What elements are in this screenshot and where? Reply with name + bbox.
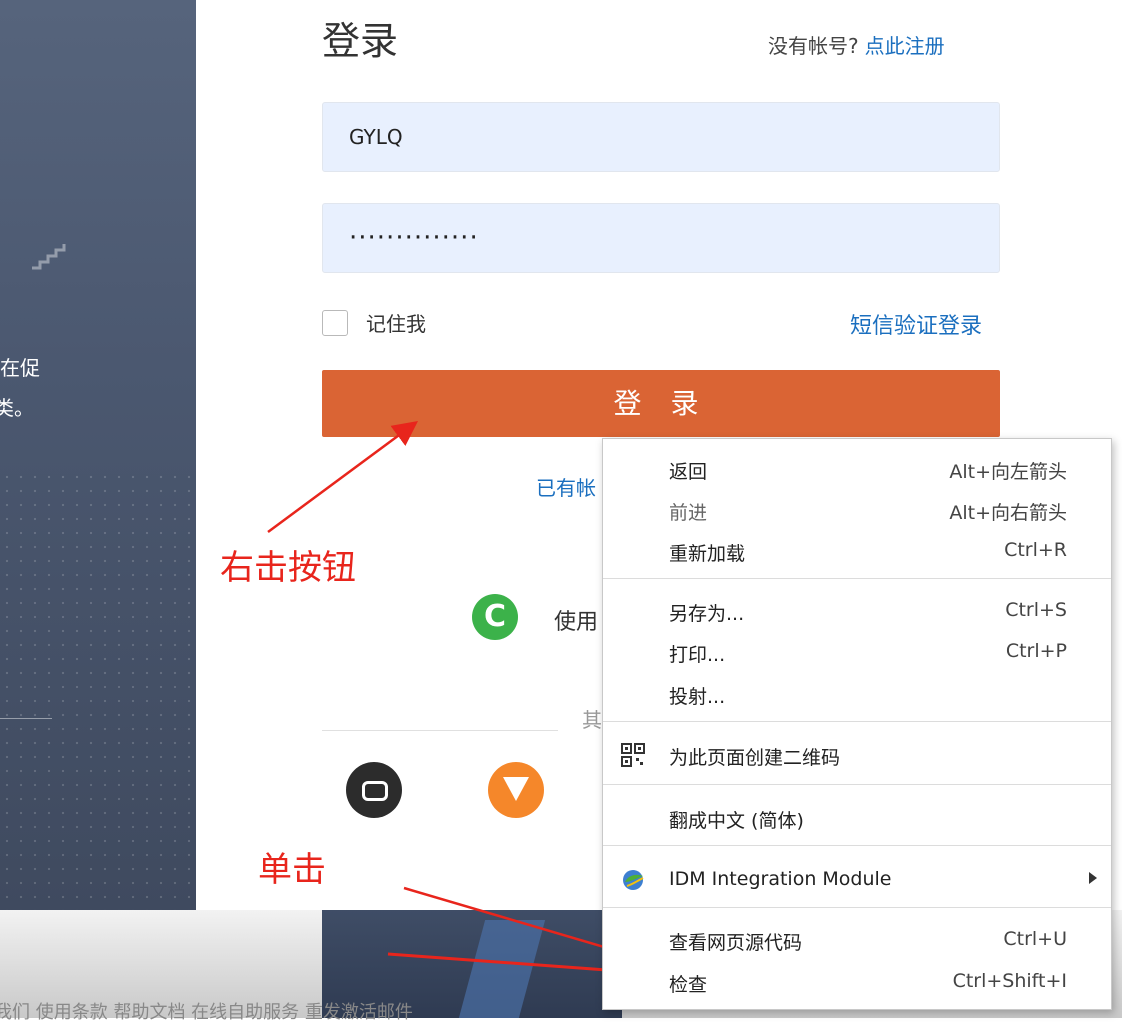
register-prompt: 没有帐号? 点此注册 bbox=[768, 30, 945, 59]
footer-links[interactable]: 我们 使用条款 帮助文档 在线自助服务 重发激活邮件 bbox=[0, 998, 413, 1024]
menu-shortcut: Ctrl+R bbox=[1004, 539, 1067, 561]
menu-shortcut: Ctrl+U bbox=[1003, 928, 1067, 950]
context-menu: 返回 Alt+向左箭头 前进 Alt+向右箭头 重新加载 Ctrl+R 另存为.… bbox=[602, 438, 1112, 1010]
remember-checkbox[interactable] bbox=[322, 309, 348, 336]
use-login-text[interactable]: 使用 bbox=[554, 604, 598, 636]
menu-separator bbox=[603, 845, 1111, 846]
menu-label: 查看网页源代码 bbox=[669, 932, 803, 954]
other-login-divider bbox=[322, 730, 558, 731]
banner-text-line2: 类。 bbox=[0, 396, 34, 420]
menu-shortcut: Ctrl+P bbox=[1005, 640, 1067, 662]
sms-login-link[interactable]: 短信验证登录 bbox=[850, 308, 982, 340]
left-banner-panel bbox=[0, 0, 196, 910]
menu-shortcut: Ctrl+Shift+I bbox=[952, 970, 1067, 992]
menu-item-forward[interactable]: 前进 Alt+向右箭头 bbox=[603, 490, 1111, 530]
menu-label: 为此页面创建二维码 bbox=[669, 747, 841, 769]
menu-item-reload[interactable]: 重新加载 Ctrl+R bbox=[603, 531, 1111, 571]
menu-shortcut: Alt+向右箭头 bbox=[949, 502, 1067, 524]
username-input[interactable]: GYLQ bbox=[322, 102, 1000, 172]
menu-label: 检查 bbox=[669, 974, 708, 996]
menu-item-back[interactable]: 返回 Alt+向左箭头 bbox=[603, 449, 1111, 489]
stairs-decoration-icon bbox=[32, 244, 66, 270]
menu-item-translate[interactable]: 翻成中文 (简体) bbox=[603, 798, 1111, 838]
menu-label: 返回 bbox=[669, 461, 708, 483]
menu-separator bbox=[603, 907, 1111, 908]
arrow-to-login-button bbox=[267, 421, 419, 534]
menu-label: 翻成中文 (简体) bbox=[669, 810, 804, 832]
menu-separator bbox=[603, 721, 1111, 722]
annotation-single-click: 单击 bbox=[258, 850, 326, 890]
page-title: 登录 bbox=[322, 19, 399, 63]
menu-label: 打印... bbox=[669, 644, 726, 666]
register-link[interactable]: 点此注册 bbox=[865, 34, 945, 58]
menu-item-cast[interactable]: 投射... bbox=[603, 674, 1111, 714]
menu-label: 投射... bbox=[669, 686, 726, 708]
social-login-icon[interactable] bbox=[346, 762, 402, 818]
menu-label: 重新加载 bbox=[669, 543, 746, 565]
idm-icon bbox=[623, 870, 644, 890]
menu-label: IDM Integration Module bbox=[669, 868, 892, 890]
menu-item-print[interactable]: 打印... Ctrl+P bbox=[603, 632, 1111, 672]
menu-item-qr-code[interactable]: 为此页面创建二维码 bbox=[603, 735, 1111, 775]
remember-me[interactable]: 记住我 bbox=[322, 308, 426, 337]
remember-label: 记住我 bbox=[366, 312, 426, 336]
no-account-text: 没有帐号? bbox=[768, 34, 859, 58]
gitlab-login-icon[interactable] bbox=[488, 762, 544, 818]
menu-separator bbox=[603, 784, 1111, 785]
has-account-link[interactable]: 已有帐 bbox=[536, 472, 596, 501]
menu-shortcut: Alt+向左箭头 bbox=[949, 461, 1067, 483]
menu-shortcut: Ctrl+S bbox=[1005, 599, 1067, 621]
banner-text-line1: 在促 bbox=[0, 356, 40, 380]
submenu-arrow-icon bbox=[1089, 872, 1097, 884]
annotation-right-click: 右击按钮 bbox=[220, 548, 356, 588]
c-logo-icon[interactable]: C bbox=[472, 594, 518, 640]
menu-item-idm[interactable]: IDM Integration Module bbox=[603, 860, 1111, 900]
login-button[interactable]: 登 录 bbox=[322, 370, 1000, 437]
banner-divider bbox=[0, 718, 52, 719]
password-input[interactable]: ·············· bbox=[322, 203, 1000, 273]
dot-pattern bbox=[0, 470, 196, 910]
menu-item-save-as[interactable]: 另存为... Ctrl+S bbox=[603, 591, 1111, 631]
other-login-label: 其 bbox=[582, 708, 602, 732]
menu-separator bbox=[603, 578, 1111, 579]
menu-item-view-source[interactable]: 查看网页源代码 Ctrl+U bbox=[603, 920, 1111, 960]
menu-item-inspect[interactable]: 检查 Ctrl+Shift+I bbox=[603, 962, 1111, 1002]
menu-label: 另存为... bbox=[669, 603, 745, 625]
menu-label: 前进 bbox=[669, 502, 708, 524]
qr-code-icon bbox=[621, 743, 645, 767]
